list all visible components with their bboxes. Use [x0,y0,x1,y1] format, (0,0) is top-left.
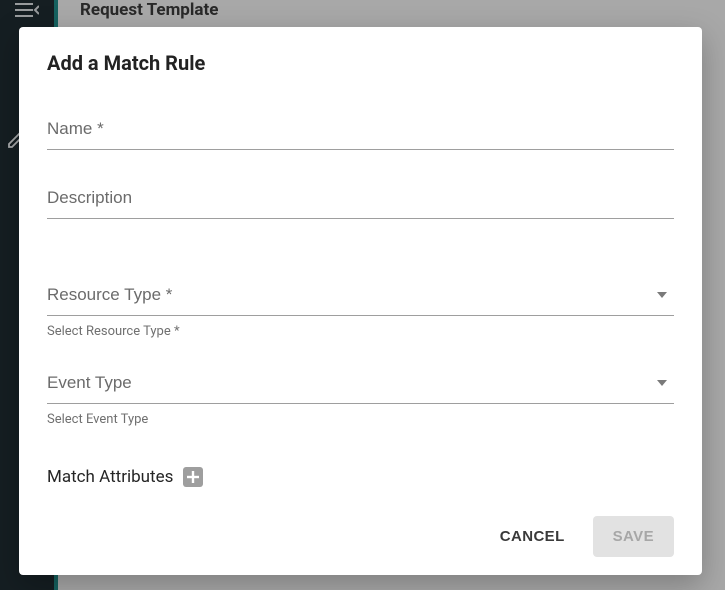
description-field-wrapper [47,188,674,219]
match-attributes-label: Match Attributes [47,467,173,487]
resource-type-block: Select Resource Type * [47,285,674,339]
resource-type-select[interactable] [47,285,674,316]
dialog-title: Add a Match Rule [47,51,674,75]
match-attributes-row: Match Attributes [47,467,674,487]
name-field-wrapper [47,119,674,150]
event-type-select[interactable] [47,373,674,404]
cancel-button[interactable]: CANCEL [494,518,571,555]
plus-icon [186,470,200,484]
dialog-actions: CANCEL SAVE [47,516,674,557]
add-match-rule-dialog: Add a Match Rule Select Resource Type * … [19,27,702,575]
event-type-block: Select Event Type [47,373,674,427]
resource-type-value[interactable] [47,285,674,316]
event-type-value[interactable] [47,373,674,404]
save-button[interactable]: SAVE [593,516,674,557]
event-type-helper: Select Event Type [47,412,674,427]
add-attribute-button[interactable] [183,467,203,487]
resource-type-helper: Select Resource Type * [47,324,674,339]
description-input[interactable] [47,188,674,219]
name-input[interactable] [47,119,674,150]
